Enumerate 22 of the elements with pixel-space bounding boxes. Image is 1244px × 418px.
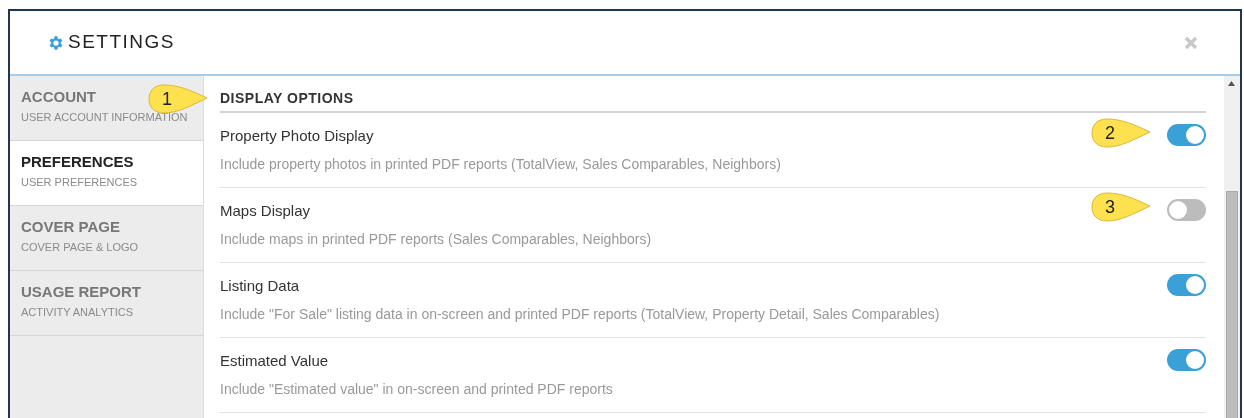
toggle-switch[interactable] <box>1167 274 1206 296</box>
toggle-switch[interactable] <box>1167 349 1206 371</box>
section-heading: DISPLAY OPTIONS <box>220 88 1206 113</box>
option-description: Include maps in printed PDF reports (Sales Comparables, Neighbors) <box>220 230 652 248</box>
sidebar-tab[interactable]: PREFERENCES USER PREFERENCES <box>10 141 203 206</box>
toggle-switch[interactable] <box>1167 199 1206 221</box>
option-title: Maps Display <box>220 202 311 220</box>
callout-marker: 1 <box>148 84 208 114</box>
callout-marker: 2 <box>1091 118 1151 148</box>
callout-marker: 3 <box>1091 192 1151 222</box>
window-title: SETTINGS <box>68 30 175 55</box>
option-title: Estimated Value <box>220 352 329 370</box>
toggle-switch[interactable] <box>1167 124 1206 146</box>
close-icon[interactable] <box>1184 35 1198 50</box>
option-description: Include property photos in printed PDF reports (TotalView, Sales Comparables, Neighbors) <box>220 155 781 173</box>
option-description: Include "Estimated value" in on-screen and printed PDF reports <box>220 380 613 398</box>
scrollbar-thumb[interactable] <box>1226 191 1238 418</box>
settings-icon <box>47 33 65 52</box>
option-title: Property Photo Display <box>220 127 374 145</box>
scroll-up-icon[interactable] <box>1228 81 1235 86</box>
option-title: Listing Data <box>220 277 300 295</box>
option-description: Include "For Sale" listing data in on-screen and printed PDF reports (TotalView, Property Detail, Sales Comparables) <box>220 305 940 323</box>
